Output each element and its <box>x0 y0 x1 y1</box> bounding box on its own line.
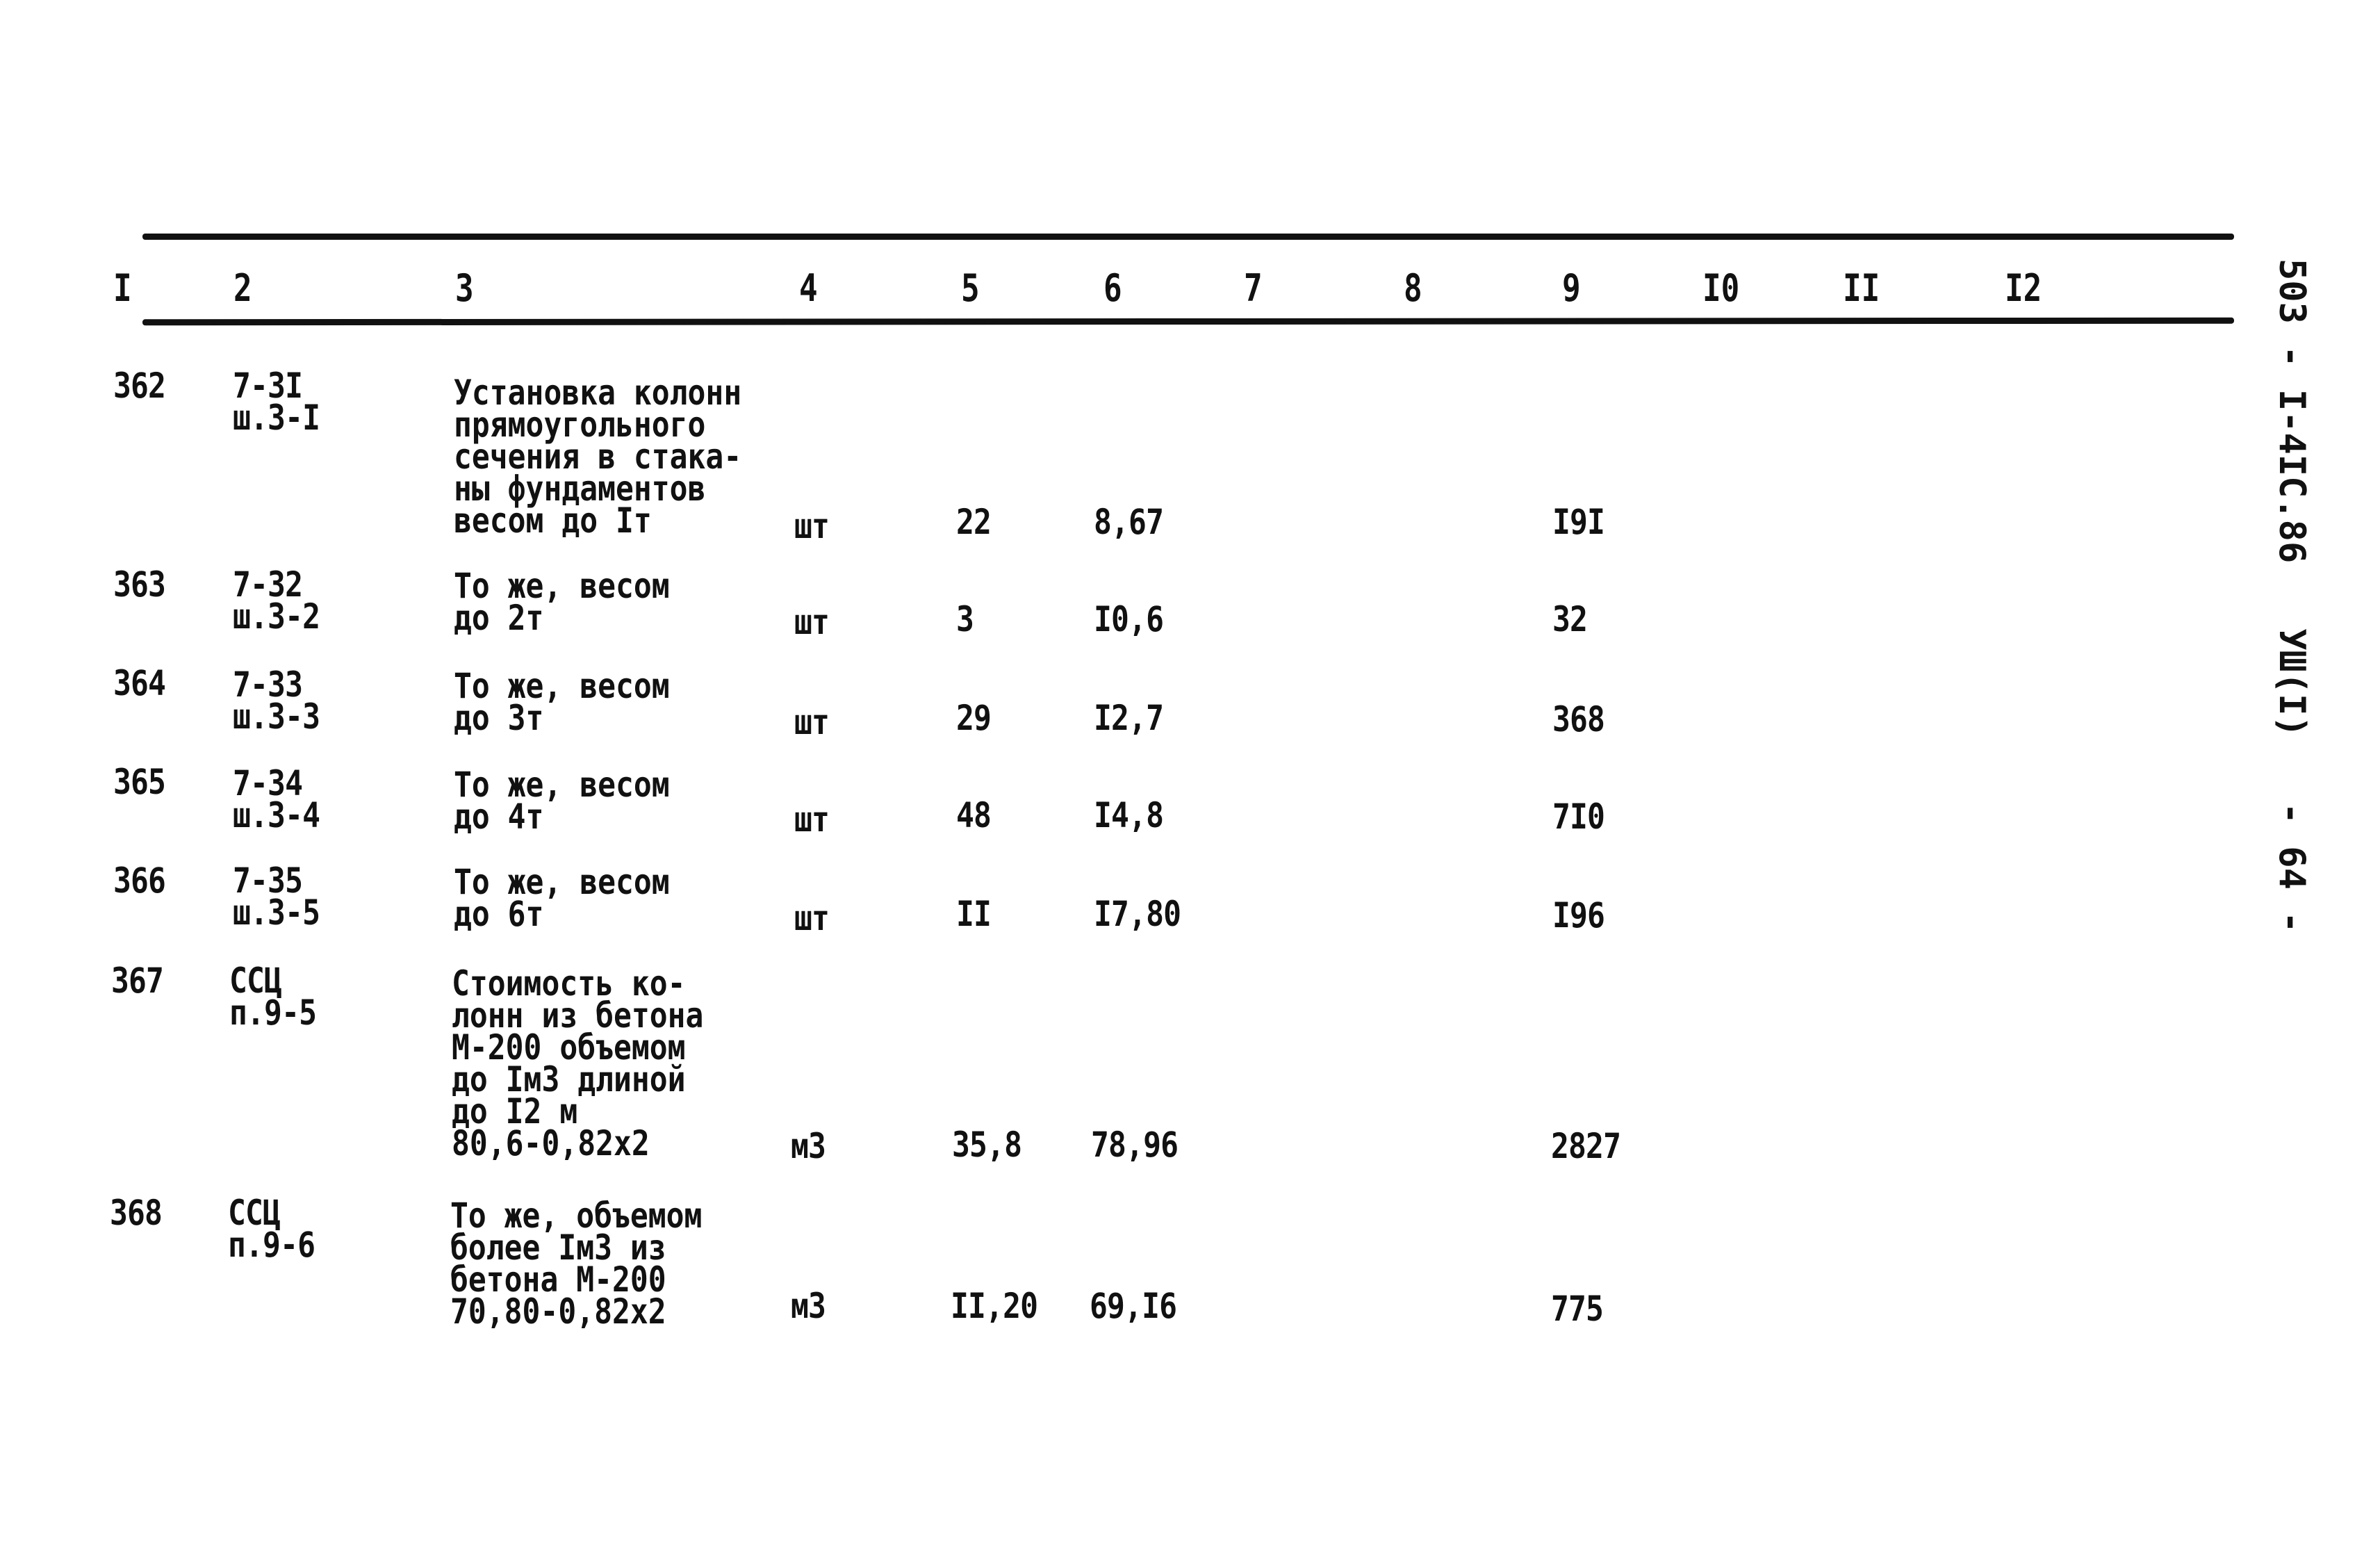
column-header-6: 6 <box>1103 266 1122 310</box>
row-unit-price: 8,67 <box>1094 502 1164 542</box>
row-description: То же, объемом более Iм3 из бетона М-200… <box>450 1195 703 1332</box>
row-total: 2827 <box>1551 1126 1621 1166</box>
row-number: 364 <box>113 663 166 703</box>
row-unit: шт <box>794 506 830 546</box>
row-unit: м3 <box>791 1286 826 1326</box>
row-description: То же, весом до 4т <box>454 765 670 837</box>
row-number: 368 <box>110 1193 163 1233</box>
row-description: То же, весом до 3т <box>454 666 670 738</box>
row-unit: шт <box>794 799 830 840</box>
column-header-5: 5 <box>961 266 980 310</box>
row-unit-price: 78,96 <box>1091 1125 1179 1165</box>
row-description: То же, весом до 6т <box>454 862 670 934</box>
row-quantity: 22 <box>956 502 992 542</box>
row-code: 7-32 ш.3-2 <box>233 564 320 637</box>
row-code: 7-35 ш.3-5 <box>233 860 320 933</box>
row-code: 7-34 ш.3-4 <box>233 763 320 835</box>
row-unit: м3 <box>791 1126 826 1166</box>
row-total: 32 <box>1552 599 1588 639</box>
column-header-1: I <box>113 266 132 310</box>
column-header-2: 2 <box>233 266 252 310</box>
row-quantity: II <box>956 894 992 934</box>
row-description: Стоимость ко- лонн из бетона М-200 объем… <box>452 963 704 1164</box>
row-number: 365 <box>113 762 166 802</box>
row-unit-price: I0,6 <box>1094 599 1164 639</box>
row-code: ССЦ п.9-5 <box>229 961 317 1033</box>
column-header-8: 8 <box>1404 266 1422 310</box>
document-side-label: 503 - I-4IС.86 УШ(I) - 64 - <box>2271 259 2313 933</box>
column-header-3: 3 <box>455 266 474 310</box>
row-quantity: II,20 <box>951 1286 1038 1326</box>
column-header-9: 9 <box>1562 266 1581 310</box>
row-quantity: 35,8 <box>952 1125 1022 1165</box>
row-code: ССЦ п.9-6 <box>228 1193 315 1265</box>
row-number: 367 <box>111 961 164 1001</box>
table-top-rule <box>142 234 2234 240</box>
column-header-7: 7 <box>1244 266 1263 310</box>
row-number: 363 <box>113 564 166 605</box>
column-header-11: II <box>1843 266 1880 310</box>
row-unit-price: I2,7 <box>1094 698 1164 738</box>
row-quantity: 29 <box>956 698 992 738</box>
row-description: То же, весом до 2т <box>454 566 670 638</box>
row-total: 368 <box>1552 699 1605 740</box>
row-number: 362 <box>113 366 166 406</box>
column-header-10: I0 <box>1702 266 1740 310</box>
row-number: 366 <box>113 860 166 901</box>
row-description: Установка колонн прямоугольного сечения … <box>454 373 742 541</box>
column-header-12: I2 <box>2005 266 2042 310</box>
row-unit: шт <box>794 702 830 742</box>
row-unit: шт <box>794 602 830 642</box>
row-total: 775 <box>1551 1289 1604 1329</box>
row-code: 7-33 ш.3-3 <box>233 664 320 737</box>
row-quantity: 48 <box>956 795 992 835</box>
row-code: 7-3I ш.3-I <box>233 366 320 438</box>
column-header-4: 4 <box>799 266 818 310</box>
row-total: I96 <box>1552 895 1605 936</box>
row-total: I9I <box>1552 502 1605 542</box>
row-unit-price: I4,8 <box>1094 795 1164 835</box>
row-unit: шт <box>794 898 830 938</box>
row-unit-price: I7,80 <box>1094 894 1181 934</box>
row-total: 7I0 <box>1552 797 1605 837</box>
row-unit-price: 69,I6 <box>1090 1286 1177 1326</box>
table-header-rule <box>142 317 2235 326</box>
row-quantity: 3 <box>956 599 974 639</box>
